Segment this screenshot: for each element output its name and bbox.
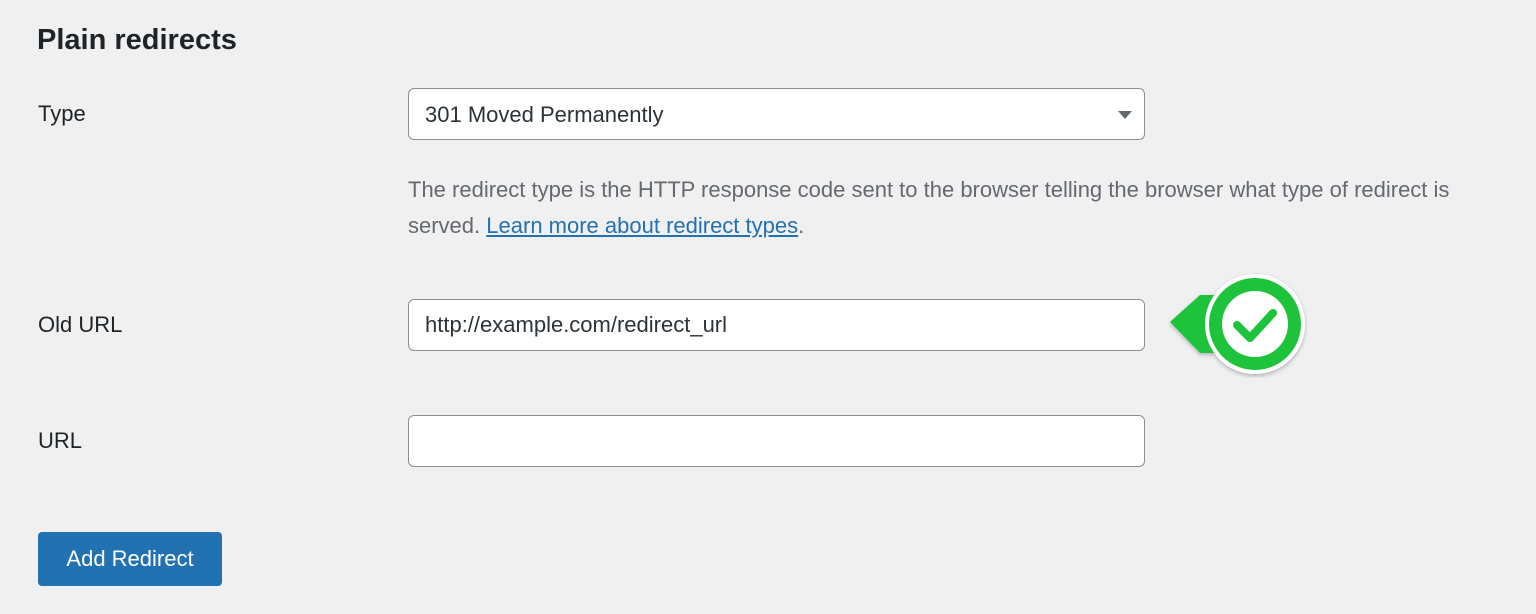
redirect-type-description: The redirect type is the HTTP response c…	[408, 172, 1518, 244]
add-redirect-button[interactable]: Add Redirect	[38, 532, 222, 586]
old-url-label: Old URL	[38, 312, 123, 337]
check-circle-icon	[1170, 274, 1305, 374]
type-label: Type	[38, 101, 86, 126]
redirect-type-selected-value: 301 Moved Permanently	[425, 102, 664, 127]
learn-more-link[interactable]: Learn more about redirect types	[486, 213, 798, 238]
target-url-input[interactable]	[408, 415, 1145, 467]
description-period: .	[798, 213, 805, 238]
redirect-type-select[interactable]: 301 Moved Permanently	[408, 88, 1145, 140]
old-url-input[interactable]	[408, 299, 1145, 351]
url-label: URL	[38, 428, 83, 453]
section-title: Plain redirects	[37, 24, 237, 56]
chevron-down-icon	[1118, 111, 1132, 119]
